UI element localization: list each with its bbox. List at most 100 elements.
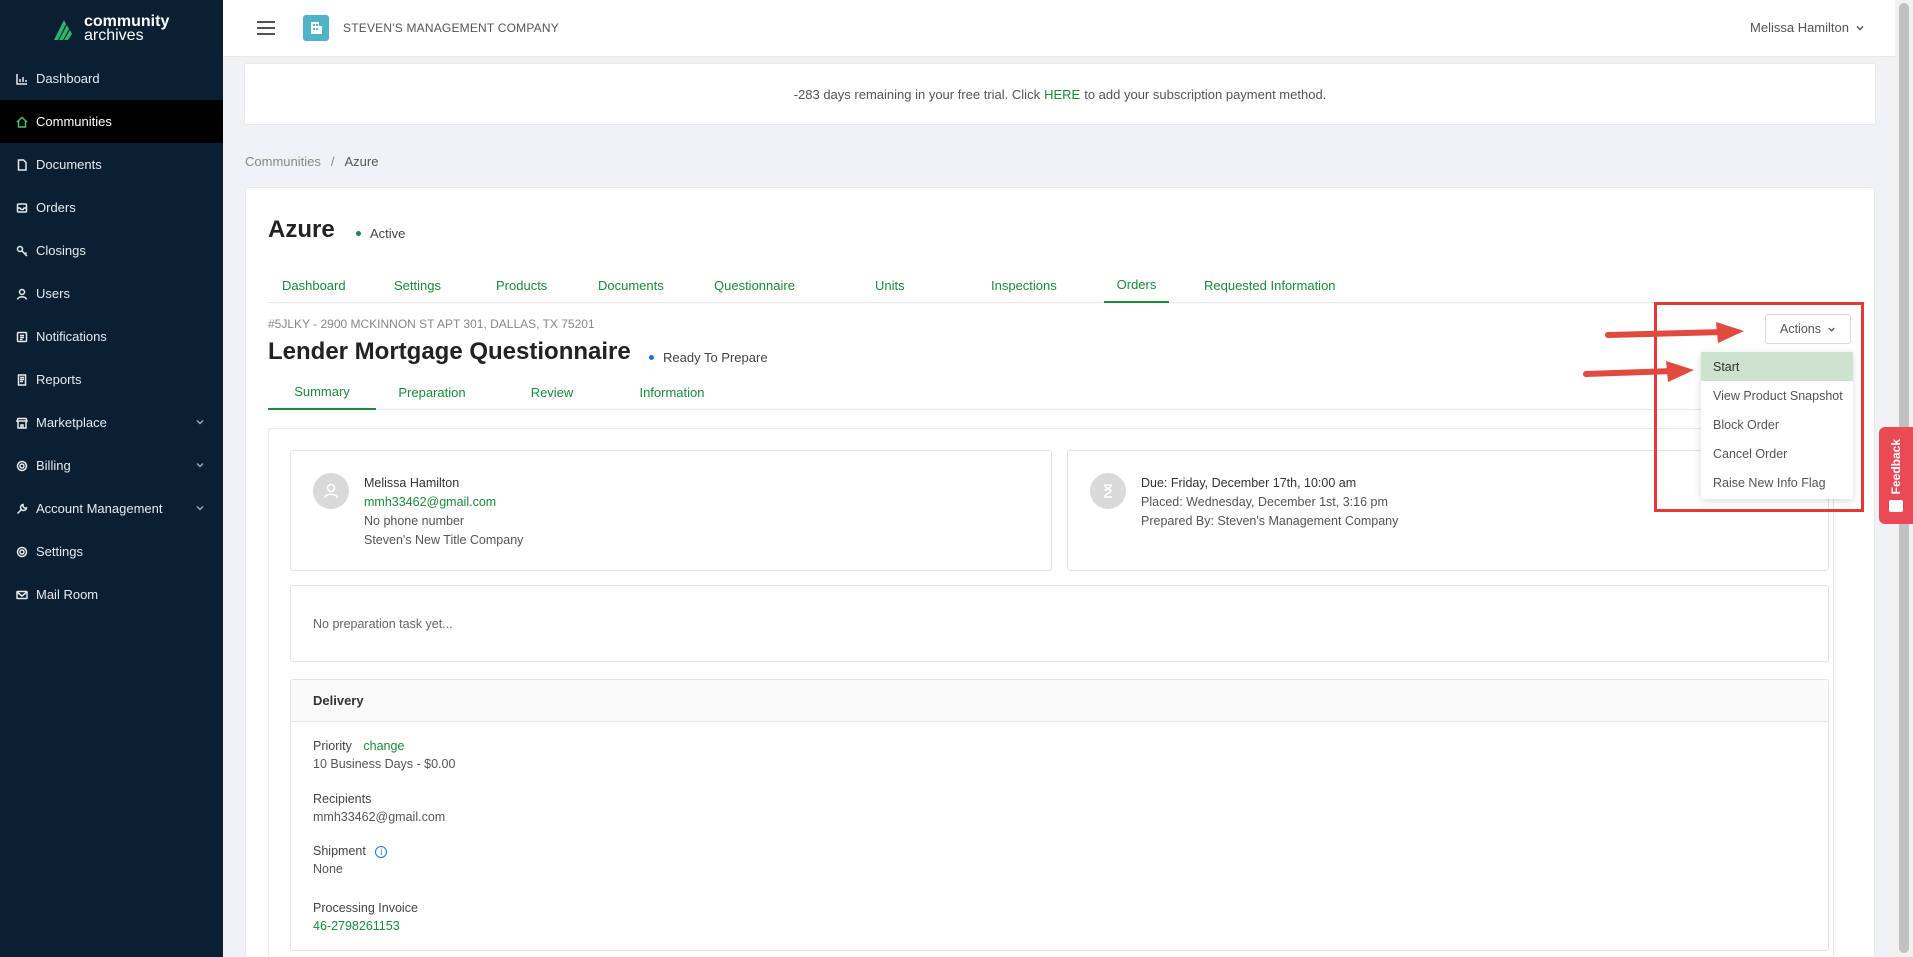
requester-phone: No phone number [364, 514, 465, 528]
sidebar-item-marketplace[interactable]: Marketplace [0, 401, 223, 444]
tab-requested-information[interactable]: Requested Information [1190, 267, 1350, 303]
sidebar-item-label: Reports [36, 372, 82, 387]
prepared-by: Prepared By: Steven's Management Company [1141, 514, 1399, 528]
priority-field: Priority change 10 Business Days - $0.00 [313, 737, 455, 773]
chevron-down-icon [195, 501, 207, 513]
company-name[interactable]: STEVEN'S MANAGEMENT COMPANY [343, 21, 559, 35]
sidebar-item-notifications[interactable]: Notifications [0, 315, 223, 358]
sidebar-item-reports[interactable]: Reports [0, 358, 223, 401]
shipment-field: Shipment i None [313, 842, 388, 878]
requester-name: Melissa Hamilton [364, 476, 460, 490]
sidebar-item-users[interactable]: Users [0, 272, 223, 315]
sidebar: community archives Dashboard Communities… [0, 0, 223, 957]
placed-date: Placed: Wednesday, December 1st, 3:16 pm [1141, 495, 1388, 509]
tab-questionnaire[interactable]: Questionnaire [700, 267, 809, 303]
breadcrumb: Communities / Azure [245, 154, 378, 169]
page-title: Azure [268, 216, 335, 243]
invoice-label: Processing Invoice [313, 901, 418, 915]
sidebar-item-label: Communities [36, 114, 112, 129]
sidebar-item-label: Documents [36, 157, 102, 172]
annotation-arrow-start [1583, 361, 1694, 382]
delivery-card: Delivery Priority change 10 Business Day… [290, 679, 1829, 951]
user-name: Melissa Hamilton [1750, 20, 1849, 35]
sidebar-item-orders[interactable]: Orders [0, 186, 223, 229]
status-dot [649, 355, 654, 360]
sidebar-item-label: Closings [36, 243, 86, 258]
gear-icon [15, 459, 28, 472]
sidebar-item-label: Billing [36, 458, 71, 473]
order-address: #5JLKY - 2900 MCKINNON ST APT 301, DALLA… [268, 317, 595, 331]
notification-icon [15, 330, 28, 343]
requester-email[interactable]: mmh33462@gmail.com [364, 493, 523, 512]
invoice-field: Processing Invoice 46-2798261153 [313, 899, 418, 935]
breadcrumb-communities[interactable]: Communities [245, 154, 321, 169]
sidebar-item-label: Account Management [36, 501, 163, 516]
shipment-label: Shipment [313, 844, 366, 858]
trial-banner-text: -283 days remaining in your free trial. … [793, 86, 1041, 102]
topbar: STEVEN'S MANAGEMENT COMPANY Melissa Hami… [223, 0, 1895, 57]
tab-documents[interactable]: Documents [584, 267, 678, 303]
chart-icon [15, 72, 28, 85]
tab-inspections[interactable]: Inspections [977, 267, 1071, 303]
sidebar-item-billing[interactable]: Billing [0, 444, 223, 487]
tab-orders[interactable]: Orders [1104, 267, 1169, 303]
tab-products[interactable]: Products [482, 267, 561, 303]
tab-settings[interactable]: Settings [380, 267, 455, 303]
home-icon [15, 115, 28, 128]
logo-line2: archives [84, 26, 144, 44]
sidebar-item-settings[interactable]: Settings [0, 530, 223, 573]
sidebar-item-communities[interactable]: Communities [0, 100, 223, 143]
user-menu[interactable]: Melissa Hamilton [1750, 20, 1865, 35]
sidebar-item-label: Marketplace [36, 415, 107, 430]
status-dot [356, 231, 361, 236]
summary-panel: Melissa Hamilton mmh33462@gmail.com No p… [268, 428, 1834, 957]
tab-information[interactable]: Information [618, 374, 726, 410]
tab-preparation[interactable]: Preparation [378, 374, 486, 410]
feedback-icon [1889, 500, 1903, 513]
sidebar-item-closings[interactable]: Closings [0, 229, 223, 272]
sidebar-item-label: Users [36, 286, 70, 301]
community-status-badge: Active [356, 226, 405, 241]
order-status-badge: Ready To Prepare [649, 350, 768, 365]
preparation-empty-text: No preparation task yet... [313, 617, 453, 631]
tab-review[interactable]: Review [498, 374, 606, 410]
chevron-down-icon [195, 415, 207, 427]
sidebar-item-account-management[interactable]: Account Management [0, 487, 223, 530]
menu-toggle-icon[interactable] [257, 21, 275, 35]
order-status-text: Ready To Prepare [663, 350, 768, 365]
tab-units[interactable]: Units [861, 267, 919, 303]
avatar [313, 473, 349, 509]
trial-banner-text-after: to add your subscription payment method. [1084, 86, 1327, 102]
requester-company: Steven's New Title Company [364, 533, 524, 547]
invoice-link[interactable]: 46-2798261153 [313, 917, 418, 935]
requester-details: Melissa Hamilton mmh33462@gmail.com No p… [364, 474, 523, 550]
due-details: Due: Friday, December 17th, 10:00 am Pla… [1141, 474, 1398, 531]
tab-summary[interactable]: Summary [268, 374, 376, 410]
file-icon [15, 158, 28, 171]
feedback-tab[interactable]: Feedback [1879, 427, 1913, 524]
requester-card: Melissa Hamilton mmh33462@gmail.com No p… [290, 450, 1052, 571]
report-icon [15, 373, 28, 386]
info-icon[interactable]: i [375, 845, 388, 858]
key-icon [15, 244, 28, 257]
logo[interactable]: community archives [0, 0, 223, 57]
inbox-icon [15, 201, 28, 214]
breadcrumb-current: Azure [344, 154, 379, 169]
chevron-down-icon [1856, 25, 1864, 31]
sidebar-item-documents[interactable]: Documents [0, 143, 223, 186]
chevron-down-icon [195, 458, 207, 470]
shipment-value: None [313, 862, 343, 876]
tab-dashboard[interactable]: Dashboard [268, 267, 360, 303]
sidebar-item-label: Mail Room [36, 587, 99, 602]
logo-mark-icon [54, 19, 72, 40]
sidebar-item-dashboard[interactable]: Dashboard [0, 57, 223, 100]
wrench-icon [15, 502, 28, 515]
priority-change-link[interactable]: change [363, 739, 404, 753]
mail-icon [15, 588, 28, 601]
sidebar-item-mail-room[interactable]: Mail Room [0, 573, 223, 616]
priority-label: Priority [313, 739, 352, 753]
feedback-label: Feedback [1889, 438, 1903, 495]
priority-value: 10 Business Days - $0.00 [313, 757, 456, 771]
user-icon [15, 287, 28, 300]
subscription-link[interactable]: HERE [1044, 87, 1080, 102]
